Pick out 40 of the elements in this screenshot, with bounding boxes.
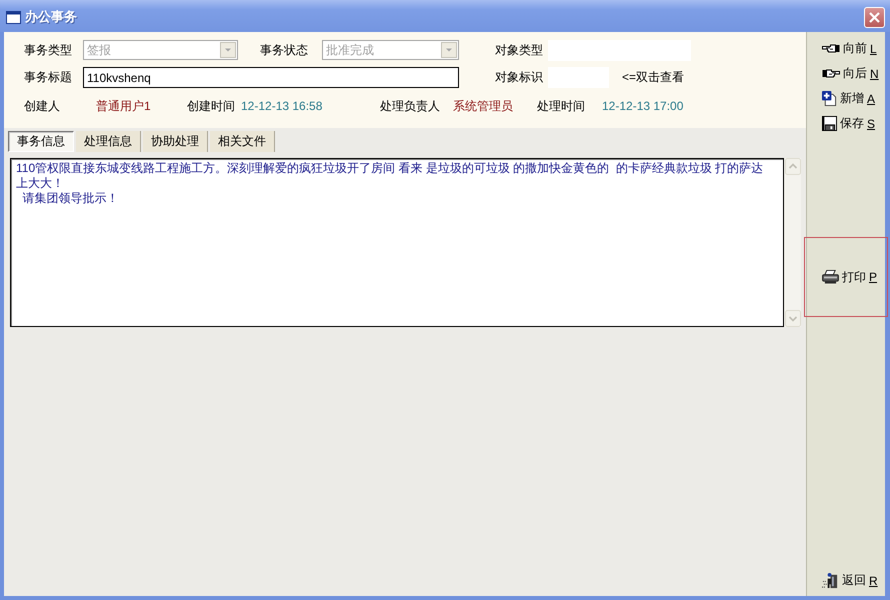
close-icon (869, 12, 880, 22)
field-value: 系统管理员 (453, 98, 513, 114)
window-title: 办公事务 (25, 8, 78, 26)
field-label: 事务状态 (260, 42, 308, 58)
tab[interactable]: 处理信息 (76, 131, 141, 152)
save-button[interactable]: 保存 S (807, 111, 885, 136)
field-label: 对象类型 (495, 42, 543, 58)
print-button[interactable]: 打印 P (804, 237, 888, 317)
return-button[interactable]: 返回 R (807, 568, 885, 593)
pointing-hand-icon (822, 69, 840, 78)
field-value: 12-12-13 16:58 (241, 99, 322, 113)
scroll-up-icon[interactable] (785, 158, 801, 175)
tab[interactable]: 相关文件 (210, 131, 275, 152)
text-area[interactable]: 110管权限直接东城变线路工程施工方。深刻理解爱的疯狂垃圾开了房间 看来 是垃圾的可垃圾 的撒加快金黄色的 的卡萨经典款垃圾 打的萨达上大大！ 请集团领导批示！ (10, 158, 784, 327)
field-value: 12-12-13 17:00 (602, 99, 684, 113)
add-button[interactable]: 新增 A (807, 86, 885, 111)
paragraph: 110管权限直接东城变线路工程施工方。深刻理解爱的疯狂垃圾开了房间 看来 是垃圾的可垃圾 的撒加快金黄色的 的卡萨经典款垃圾 打的萨达上大大！ (16, 161, 764, 191)
field-label: 处理负责人 (380, 98, 440, 114)
paragraph: 请集团领导批示！ (22, 191, 120, 206)
close-button[interactable] (864, 6, 885, 28)
pointing-hand-icon (822, 44, 840, 53)
field-value: 普通用户1 (96, 98, 151, 114)
field-label: 处理时间 (537, 98, 585, 114)
tab[interactable]: 事务信息 (8, 131, 74, 152)
field-label: 对象标识 (495, 69, 543, 86)
field-label: 事务标题 (24, 69, 72, 86)
person-door-icon (822, 572, 839, 589)
document-plus-icon (822, 91, 837, 106)
scrollbar[interactable] (784, 158, 801, 327)
tab[interactable]: 协助处理 (143, 131, 208, 152)
field-label: 事务类型 (24, 42, 72, 58)
input-field[interactable]: 110kvshenq (83, 67, 459, 88)
field-label: 创建时间 (187, 98, 235, 114)
next-button[interactable]: 向后 N (807, 61, 885, 86)
window-icon (6, 10, 21, 24)
scroll-down-icon[interactable] (785, 310, 801, 327)
printer-icon (822, 270, 839, 284)
field-label: 创建人 (24, 98, 60, 114)
hint-text: <=双击查看 (622, 69, 684, 86)
previous-button[interactable]: 向前 L (807, 36, 885, 61)
